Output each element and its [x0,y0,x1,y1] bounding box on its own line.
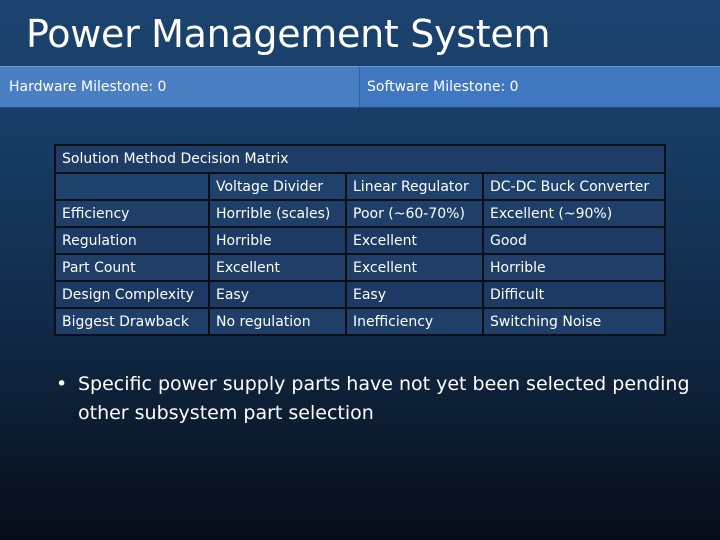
table-row: Efficiency Horrible (scales) Poor (~60-7… [54,199,667,228]
table-row: Biggest Drawback No regulation Inefficie… [54,307,667,336]
decision-matrix-table: Solution Method Decision Matrix Voltage … [53,144,667,336]
table-cell: Horrible [208,226,347,255]
matrix-caption: Solution Method Decision Matrix [53,144,667,174]
header-cell-voltage-divider: Voltage Divider [208,172,347,201]
table-row: Part Count Excellent Excellent Horrible [54,253,667,282]
row-label: Design Complexity [54,280,210,309]
hardware-milestone-panel: Hardware Milestone: 0 [0,67,360,107]
hardware-milestone-label: Hardware Milestone: 0 [9,79,167,95]
bullet-item: • Specific power supply parts have not y… [56,370,706,428]
table-cell: Horrible [481,253,667,282]
table-cell: Excellent (~90%) [481,199,667,228]
slide-title: Power Management System [26,12,551,56]
table-cell: Easy [208,280,347,309]
table-cell: Excellent [208,253,347,282]
table-cell: Poor (~60-70%) [345,199,484,228]
table-row: Design Complexity Easy Easy Difficult [54,280,667,309]
header-cell-linear-regulator: Linear Regulator [345,172,484,201]
matrix-caption-row: Solution Method Decision Matrix [53,144,667,174]
header-cell-empty [54,172,210,201]
matrix-header-row: Voltage Divider Linear Regulator DC-DC B… [54,172,667,201]
row-label: Biggest Drawback [54,307,210,336]
table-row: Regulation Horrible Excellent Good [54,226,667,255]
table-cell: Difficult [481,280,667,309]
table-cell: Good [481,226,667,255]
table-cell: Easy [345,280,484,309]
software-milestone-label: Software Milestone: 0 [367,79,519,95]
bullet-dot-icon: • [56,373,68,395]
row-label: Part Count [54,253,210,282]
row-label: Regulation [54,226,210,255]
table-cell: Switching Noise [481,307,667,336]
software-milestone-panel: Software Milestone: 0 [360,67,720,107]
row-label: Efficiency [54,199,210,228]
table-cell: Inefficiency [345,307,484,336]
table-cell: Excellent [345,226,484,255]
table-cell: Horrible (scales) [208,199,347,228]
table-cell: No regulation [208,307,347,336]
bullet-text: Specific power supply parts have not yet… [78,373,690,424]
table-cell: Excellent [345,253,484,282]
header-cell-buck-converter: DC-DC Buck Converter [481,172,667,201]
milestone-bar: Hardware Milestone: 0 Software Milestone… [0,66,720,108]
